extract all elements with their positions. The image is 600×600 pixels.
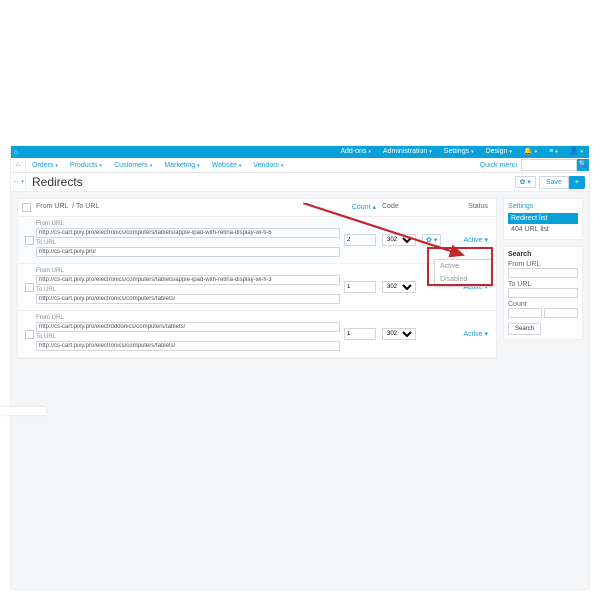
sidebar-search-title: Search: [508, 251, 578, 258]
nav-administration[interactable]: Administration▾: [377, 146, 438, 158]
count-input[interactable]: [344, 281, 376, 293]
table-row: From URLTo URL302Active ▾: [18, 264, 496, 311]
code-select[interactable]: 302: [382, 281, 416, 293]
home-icon[interactable]: ⌂: [11, 158, 26, 172]
nav-website[interactable]: Website▾: [206, 162, 248, 169]
nav-customers[interactable]: Customers▾: [108, 162, 158, 169]
user-icon[interactable]: 👤▾: [564, 146, 589, 158]
to-url-input[interactable]: [36, 294, 340, 304]
from-url-label: From URL: [36, 268, 340, 274]
nav-design[interactable]: Design▾: [480, 146, 518, 158]
nav-marketing[interactable]: Marketing▾: [158, 162, 205, 169]
col-status: Status: [448, 203, 492, 212]
to-url-label: To URL: [36, 334, 340, 340]
col-to[interactable]: / To URL: [72, 203, 99, 210]
sidebar-link-redirect-list[interactable]: Redirect list: [508, 213, 578, 224]
ghost-artifact: [0, 407, 46, 415]
sidebar-settings-title: Settings: [508, 203, 578, 210]
secondary-navbar: ⌂ Orders▾ Products▾ Customers▾ Marketing…: [11, 158, 589, 173]
status-dropdown: Active Disabled: [434, 259, 492, 287]
from-url-input[interactable]: [36, 322, 340, 332]
back-button[interactable]: ← ▾: [11, 173, 26, 191]
status-option-disabled[interactable]: Disabled: [435, 273, 491, 286]
table-row: From URL To URL 302 Active ▾: [18, 311, 496, 358]
sidebar-link-404-list[interactable]: 404 URL list: [508, 224, 578, 235]
to-url-input[interactable]: [36, 247, 340, 257]
count-input[interactable]: [344, 234, 376, 246]
nav-vendors[interactable]: Vendors▾: [247, 162, 289, 169]
search-count-min-input[interactable]: [508, 308, 542, 318]
from-url-label: From URL: [36, 221, 340, 227]
page-gear-button[interactable]: ✿ ▾: [515, 176, 536, 188]
to-url-label: To URL: [36, 240, 340, 246]
to-url-label: To URL: [36, 287, 340, 293]
sidebar: Settings Redirect list 404 URL list Sear…: [503, 198, 583, 359]
row-gear-button[interactable]: ✿ ▾: [422, 234, 441, 246]
code-select[interactable]: 302: [382, 328, 416, 340]
from-url-input[interactable]: [36, 228, 340, 238]
nav-addons[interactable]: Add-ons▾: [334, 146, 377, 158]
save-button[interactable]: Save: [539, 176, 569, 189]
search-to-input[interactable]: [508, 288, 578, 298]
code-select[interactable]: 302: [382, 234, 416, 246]
col-from[interactable]: From URL: [36, 203, 68, 210]
row-checkbox[interactable]: [25, 330, 34, 339]
from-url-label: From URL: [36, 315, 340, 321]
store-icon[interactable]: ⌂: [11, 149, 21, 156]
search-from-input[interactable]: [508, 268, 578, 278]
search-count-label: Count: [508, 301, 578, 308]
nav-orders[interactable]: Orders▾: [26, 162, 64, 169]
col-count[interactable]: Count ▴: [340, 203, 376, 212]
search-icon[interactable]: 🔍: [577, 159, 589, 171]
count-input[interactable]: [344, 328, 376, 340]
row-checkbox[interactable]: [25, 283, 34, 292]
redirects-table: From URL / To URL Count ▴ Code Status Fr…: [17, 198, 497, 359]
nav-settings[interactable]: Settings▾: [438, 146, 480, 158]
page-title: Redirects: [32, 175, 83, 189]
row-checkbox[interactable]: [25, 236, 34, 245]
nav-products[interactable]: Products▾: [64, 162, 108, 169]
add-button[interactable]: +: [569, 176, 585, 189]
search-from-label: From URL: [508, 261, 578, 268]
page-header: ← ▾ Redirects ✿ ▾ Save +: [11, 173, 589, 192]
row-status-toggle[interactable]: Active ▾: [463, 236, 488, 244]
bars-icon[interactable]: ≡▾: [543, 146, 564, 158]
primary-navbar: ⌂ Add-ons▾ Administration▾ Settings▾ Des…: [11, 146, 589, 158]
table-row: From URL To URL 302 ✿ ▾ Active ▾: [18, 217, 496, 264]
sidebar-search-panel: Search From URL To URL Count Search: [503, 246, 583, 340]
sidebar-links-panel: Settings Redirect list 404 URL list: [503, 198, 583, 240]
search-to-label: To URL: [508, 281, 578, 288]
row-status-toggle[interactable]: Active ▾: [463, 330, 488, 338]
bell-icon[interactable]: 🔔▾: [518, 146, 543, 158]
search-count-max-input[interactable]: [544, 308, 578, 318]
global-search-input[interactable]: [521, 159, 577, 171]
select-all-checkbox[interactable]: [22, 203, 31, 212]
table-header: From URL / To URL Count ▴ Code Status: [18, 199, 496, 217]
to-url-input[interactable]: [36, 341, 340, 351]
search-submit-button[interactable]: Search: [508, 323, 541, 335]
status-option-active[interactable]: Active: [435, 260, 491, 273]
col-code: Code: [376, 203, 422, 212]
quick-menu-link[interactable]: Quick menu: [480, 162, 517, 169]
from-url-input[interactable]: [36, 275, 340, 285]
